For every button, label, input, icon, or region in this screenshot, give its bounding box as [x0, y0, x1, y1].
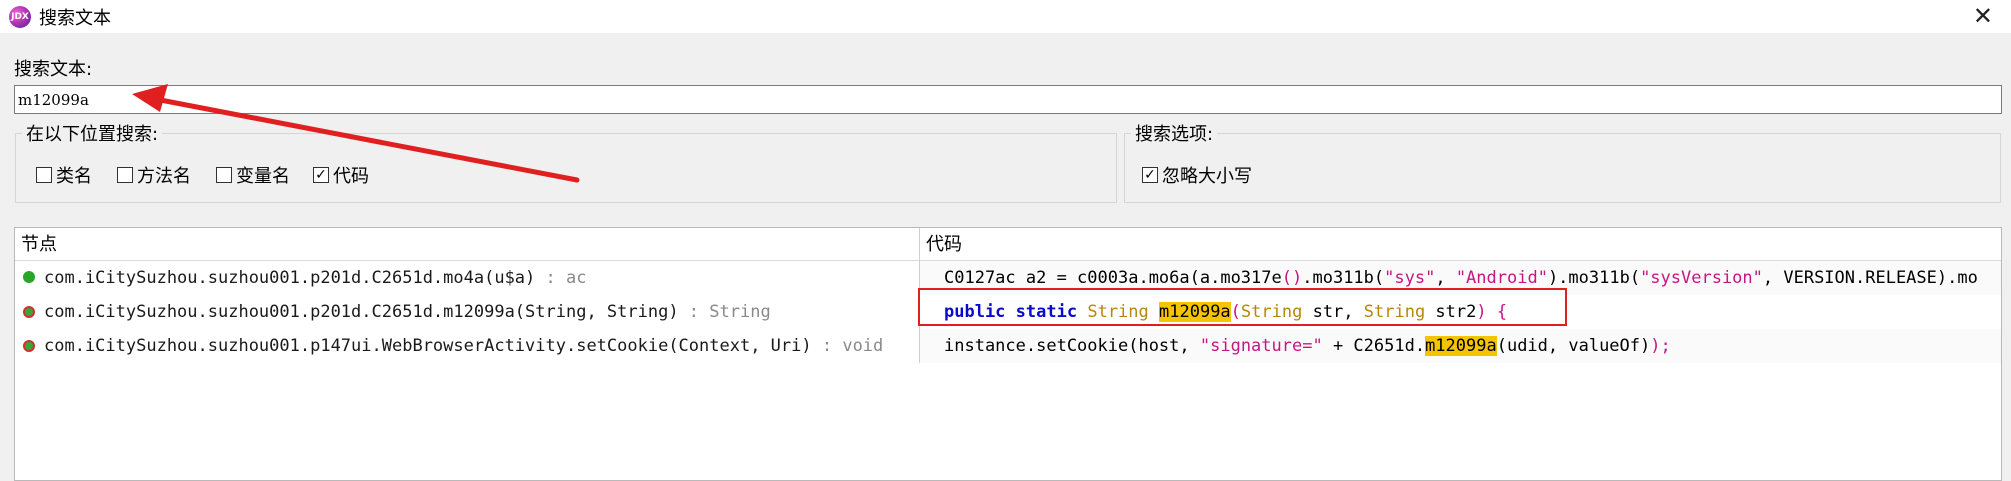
search-input[interactable]: [14, 85, 2002, 114]
search-match-highlight: m12099a: [1159, 302, 1231, 322]
title-bar: JDX 搜索文本 ✕: [0, 0, 2011, 33]
search-match-highlight: m12099a: [1425, 336, 1497, 356]
checkbox-icon[interactable]: [36, 167, 52, 183]
green-dot-icon: [23, 271, 35, 283]
checkbox-label: 方法名: [137, 166, 191, 187]
code-token: String: [1240, 302, 1303, 322]
node-text: com.iCitySuzhou.suzhou001.p201d.C2651d.m…: [44, 302, 771, 322]
search-location-title: 在以下位置搜索:: [22, 120, 163, 146]
code-token: public: [944, 302, 1006, 322]
node-text: com.iCitySuzhou.suzhou001.p147ui.WebBrow…: [44, 336, 884, 356]
code-token: ,: [1435, 268, 1456, 288]
code-cell[interactable]: public static String m12099a(String str,…: [920, 295, 2001, 329]
checkbox-label: 变量名: [236, 166, 290, 187]
search-options-group: 搜索选项: ✓ 忽略大小写: [1124, 120, 2001, 203]
checkbox-icon[interactable]: [216, 167, 232, 183]
code-token: "Android": [1455, 268, 1548, 288]
checkbox-checked-icon[interactable]: ✓: [1142, 167, 1158, 183]
code-line: C0127ac a2 = c0003a.mo6a(a.mo317e().mo31…: [944, 268, 1978, 288]
code-token: C0127ac a2 = c0003a.mo6a(a.mo317e: [944, 268, 1282, 288]
checkbox-label: 类名: [56, 166, 92, 187]
search-label: 搜索文本:: [14, 59, 93, 80]
code-token: + C2651d.: [1322, 336, 1426, 356]
static-method-icon: [23, 340, 35, 352]
checkbox-icon[interactable]: [117, 167, 133, 183]
search-options-title: 搜索选项:: [1131, 120, 1218, 146]
class-name-checkbox[interactable]: 类名: [36, 162, 92, 188]
checkbox-label: 代码: [333, 166, 369, 187]
close-icon[interactable]: ✕: [1973, 2, 1993, 30]
code-checkbox[interactable]: ✓ 代码: [313, 162, 369, 188]
code-line: instance.setCookie(host, "signature=" + …: [944, 336, 1671, 356]
code-token: ).mo311b(: [1547, 268, 1641, 288]
column-header-node[interactable]: 节点: [15, 228, 919, 261]
code-token: (): [1281, 268, 1303, 288]
code-cell[interactable]: instance.setCookie(host, "signature=" + …: [920, 329, 2001, 363]
app-logo-icon: JDX: [9, 6, 31, 28]
node-cell[interactable]: com.iCitySuzhou.suzhou001.p147ui.WebBrow…: [15, 329, 919, 363]
method-name-checkbox[interactable]: 方法名: [117, 162, 191, 188]
ignore-case-checkbox[interactable]: ✓ 忽略大小写: [1142, 162, 1252, 188]
table-row[interactable]: com.iCitySuzhou.suzhou001.p201d.C2651d.m…: [15, 295, 2001, 329]
checkbox-checked-icon[interactable]: ✓: [313, 167, 329, 183]
code-token: .mo311b(: [1302, 268, 1385, 288]
window-title: 搜索文本: [39, 8, 111, 29]
code-token: "signature=": [1199, 336, 1323, 356]
search-location-group: 在以下位置搜索: 类名 方法名 变量名 ✓ 代码: [15, 120, 1117, 203]
table-row[interactable]: com.iCitySuzhou.suzhou001.p201d.C2651d.m…: [15, 261, 2001, 295]
checkbox-label: 忽略大小写: [1162, 166, 1252, 187]
code-token: str2: [1425, 302, 1477, 322]
code-token: (udid, valueOf): [1496, 336, 1651, 356]
table-row[interactable]: com.iCitySuzhou.suzhou001.p147ui.WebBrow…: [15, 329, 2001, 363]
code-token: );: [1650, 336, 1671, 356]
code-token: ) {: [1476, 302, 1508, 322]
code-token: String: [1363, 302, 1426, 322]
code-token: String: [1087, 302, 1149, 322]
code-token: (: [1230, 302, 1241, 322]
code-token: "sys": [1384, 268, 1436, 288]
code-token: "sysVersion": [1640, 268, 1763, 288]
node-cell[interactable]: com.iCitySuzhou.suzhou001.p201d.C2651d.m…: [15, 261, 919, 295]
static-method-icon: [23, 306, 35, 318]
code-token: static: [1015, 302, 1078, 322]
column-header-code[interactable]: 代码: [920, 228, 2001, 261]
code-cell[interactable]: C0127ac a2 = c0003a.mo6a(a.mo317e().mo31…: [920, 261, 2001, 295]
code-token: str,: [1302, 302, 1364, 322]
code-token: , VERSION.RELEASE).mo: [1762, 268, 1978, 288]
node-text: com.iCitySuzhou.suzhou001.p201d.C2651d.m…: [44, 268, 587, 288]
node-cell[interactable]: com.iCitySuzhou.suzhou001.p201d.C2651d.m…: [15, 295, 919, 329]
code-line: public static String m12099a(String str,…: [944, 302, 1507, 322]
code-token: instance.setCookie(host,: [944, 336, 1200, 356]
variable-name-checkbox[interactable]: 变量名: [216, 162, 290, 188]
results-table[interactable]: 节点 代码 com.iCitySuzhou.suzhou001.p201d.C2…: [14, 227, 2002, 481]
